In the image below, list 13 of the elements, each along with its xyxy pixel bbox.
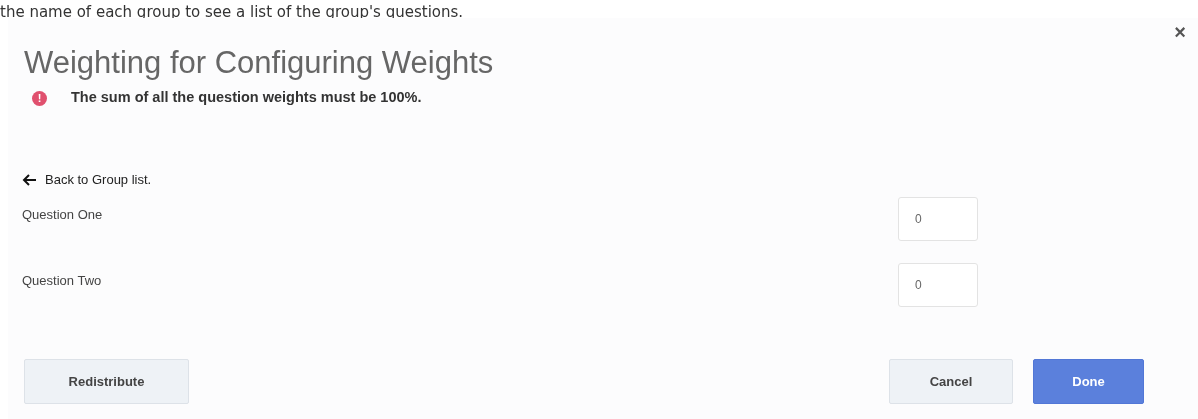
error-icon: ! <box>32 90 47 106</box>
dialog-title: Weighting for Configuring Weights <box>24 44 495 82</box>
close-button[interactable]: × <box>1170 22 1190 42</box>
weight-field[interactable]: 0 <box>898 196 978 241</box>
back-arrow-icon <box>22 173 37 186</box>
weight-field[interactable]: 0 <box>898 262 978 307</box>
error-message: The sum of all the question weights must be 100%. <box>71 88 422 108</box>
back-link[interactable]: Back to Group list. <box>22 170 152 190</box>
question-label: Question One <box>22 205 103 224</box>
dialog-button[interactable]: Cancel <box>889 358 1013 404</box>
dialog-button[interactable]: Redistribute <box>24 358 189 404</box>
dialog-button[interactable]: Done <box>1033 358 1144 404</box>
question-label: Question Two <box>22 271 102 290</box>
